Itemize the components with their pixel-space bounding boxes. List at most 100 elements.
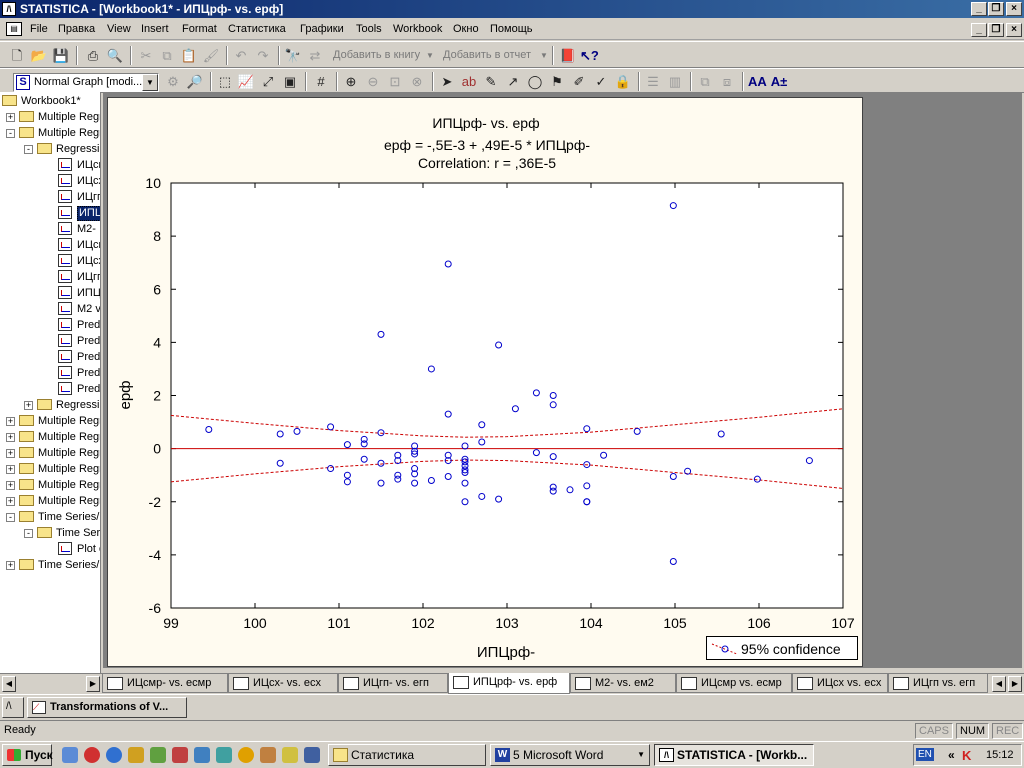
pen-icon[interactable]: ✐ xyxy=(570,73,588,90)
marker-icon[interactable]: ✓ xyxy=(592,73,610,90)
tree-folder-item[interactable]: + Multiple Regr xyxy=(0,461,100,477)
sheet-tab[interactable]: ИЦгп vs. егп xyxy=(888,674,988,693)
taskbar-button-word[interactable]: W 5 Microsoft Word ▼ xyxy=(490,744,650,766)
tree-folder-item[interactable]: + Multiple Regr xyxy=(0,493,100,509)
expand-icon[interactable]: + xyxy=(6,433,15,442)
print-icon[interactable]: ⎙ xyxy=(84,47,102,64)
sheet-tab[interactable]: ИЦсх- vs. есх xyxy=(228,674,338,693)
find-icon[interactable]: 🔭 xyxy=(284,47,302,64)
scroll-left-button[interactable]: ◀ xyxy=(2,676,16,692)
redo-icon[interactable]: ↷ xyxy=(254,47,272,64)
save-icon[interactable]: 💾 xyxy=(52,47,70,64)
menu-window[interactable]: Окно xyxy=(453,23,479,35)
book-icon[interactable]: 📕 xyxy=(559,47,577,64)
ie-icon[interactable] xyxy=(106,747,122,763)
draw-arrow-icon[interactable]: ↗ xyxy=(504,73,522,90)
tree-folder-item[interactable]: + Multiple Regr xyxy=(0,445,100,461)
tree-graph-item[interactable]: ИПЦ xyxy=(0,285,100,301)
close-button[interactable]: × xyxy=(1006,2,1022,16)
tree-root[interactable]: Workbook1* xyxy=(0,93,100,109)
zoom-out-icon[interactable]: ⊖ xyxy=(364,73,382,90)
collapse-icon[interactable]: - xyxy=(6,513,15,522)
grid-icon[interactable]: # xyxy=(312,73,330,90)
lock-icon[interactable]: 🔒 xyxy=(614,73,632,90)
tree-graph-item[interactable]: Pred xyxy=(0,381,100,397)
tree-graph-item[interactable]: Pred xyxy=(0,349,100,365)
tree-folder-item[interactable]: - Regressi xyxy=(0,141,100,157)
menu-edit[interactable]: Правка xyxy=(58,23,95,35)
app-icon[interactable] xyxy=(150,747,166,763)
menu-workbook[interactable]: Workbook xyxy=(393,23,442,35)
app-icon[interactable] xyxy=(282,747,298,763)
desktop-icon[interactable] xyxy=(62,747,78,763)
tree-folder-item[interactable]: + Multiple Regr xyxy=(0,109,100,125)
tree-graph-item[interactable]: Pred xyxy=(0,317,100,333)
sheet-tab[interactable]: ИПЦрф- vs. ерф xyxy=(448,673,570,694)
expand-icon[interactable]: + xyxy=(6,481,15,490)
bring-front-icon[interactable]: ⧉ xyxy=(696,73,714,90)
format-painter-icon[interactable]: 🖌 xyxy=(202,47,220,64)
send-back-icon[interactable]: ⧈ xyxy=(718,73,736,90)
tree-folder-item[interactable]: - Multiple Regr xyxy=(0,125,100,141)
expand-icon[interactable]: + xyxy=(6,113,15,122)
calendar-icon[interactable] xyxy=(128,747,144,763)
tree-graph-item[interactable]: Pred xyxy=(0,333,100,349)
tree-graph-item[interactable]: ИЦгп xyxy=(0,189,100,205)
chevron-down-icon[interactable]: ▼ xyxy=(142,74,158,91)
menu-file[interactable]: File xyxy=(30,23,48,35)
sheet-tab[interactable]: М2- vs. ем2 xyxy=(570,674,676,693)
menu-graphs[interactable]: Графики xyxy=(300,23,344,35)
tree-folder-item[interactable]: + Multiple Regr xyxy=(0,477,100,493)
document-icon[interactable]: ▤ xyxy=(6,22,22,36)
tab-scroll-left-button[interactable]: ◀ xyxy=(992,676,1006,692)
menu-format[interactable]: Format xyxy=(182,23,217,35)
doc-close-button[interactable]: × xyxy=(1006,23,1022,37)
align-icon[interactable]: ☰ xyxy=(644,73,662,90)
tree-folder-item[interactable]: + Multiple Regr xyxy=(0,413,100,429)
collapse-icon[interactable]: - xyxy=(24,529,33,538)
help-icon[interactable]: ↖? xyxy=(580,47,599,64)
expand-icon[interactable]: + xyxy=(6,417,15,426)
tree-graph-item[interactable]: ИЦсм xyxy=(0,157,100,173)
undo-icon[interactable]: ↶ xyxy=(232,47,250,64)
opera-icon[interactable] xyxy=(84,747,100,763)
expand-icon[interactable]: + xyxy=(6,497,15,506)
menu-insert[interactable]: Insert xyxy=(141,23,169,35)
scatter-plot[interactable]: 99 100 101 102 103 104 105 106 1071086420-2-4-6И… xyxy=(108,98,864,668)
font-larger-icon[interactable]: AA xyxy=(748,73,767,90)
chevron-down-icon[interactable]: ▼ xyxy=(540,51,548,60)
tab-scroll-right-button[interactable]: ▶ xyxy=(1008,676,1022,692)
graph-window-icon[interactable]: ▣ xyxy=(281,73,299,90)
tree-graph-item[interactable]: М2 v xyxy=(0,301,100,317)
media-icon[interactable] xyxy=(238,747,254,763)
pointer-icon[interactable]: ➤ xyxy=(438,73,456,90)
app-icon[interactable] xyxy=(194,747,210,763)
zoom-rect-icon[interactable]: ⊡ xyxy=(386,73,404,90)
menu-help[interactable]: Помощь xyxy=(490,23,533,35)
tree-graph-item[interactable]: ИЦсм xyxy=(0,237,100,253)
doc-minimize-button[interactable]: _ xyxy=(971,23,987,37)
menu-tools[interactable]: Tools xyxy=(356,23,382,35)
tree-graph-item[interactable]: ИЦсх xyxy=(0,173,100,189)
collapse-icon[interactable]: - xyxy=(6,129,15,138)
tree-graph-item[interactable]: Plot o xyxy=(0,541,100,557)
graph-data-icon[interactable]: 📈 xyxy=(237,73,255,90)
expand-icon[interactable]: + xyxy=(6,561,15,570)
replace-icon[interactable]: ⇄ xyxy=(306,47,324,64)
tree-folder-item[interactable]: + Multiple Regr xyxy=(0,429,100,445)
zoom-icon[interactable]: 🔎 xyxy=(186,73,204,90)
app-icon[interactable] xyxy=(172,747,188,763)
collapse-icon[interactable]: - xyxy=(24,145,33,154)
zoom-in-icon[interactable]: ⊕ xyxy=(342,73,360,90)
tree-folder-item[interactable]: + Regressi xyxy=(0,397,100,413)
minimize-button[interactable]: _ xyxy=(971,2,987,16)
app-icon[interactable] xyxy=(260,747,276,763)
statistica-icon[interactable]: /\ xyxy=(2,2,16,16)
app-icon[interactable] xyxy=(304,747,320,763)
tree-folder-item[interactable]: + Time Series/F xyxy=(0,557,100,573)
sheet-tab[interactable]: ИЦсмр vs. есмр xyxy=(676,674,792,693)
cut-icon[interactable]: ✂ xyxy=(137,47,155,64)
graph-export-icon[interactable]: ⤢ xyxy=(259,73,277,90)
open-icon[interactable]: 📂 xyxy=(30,47,48,64)
doc-restore-button[interactable]: ❐ xyxy=(988,23,1004,37)
